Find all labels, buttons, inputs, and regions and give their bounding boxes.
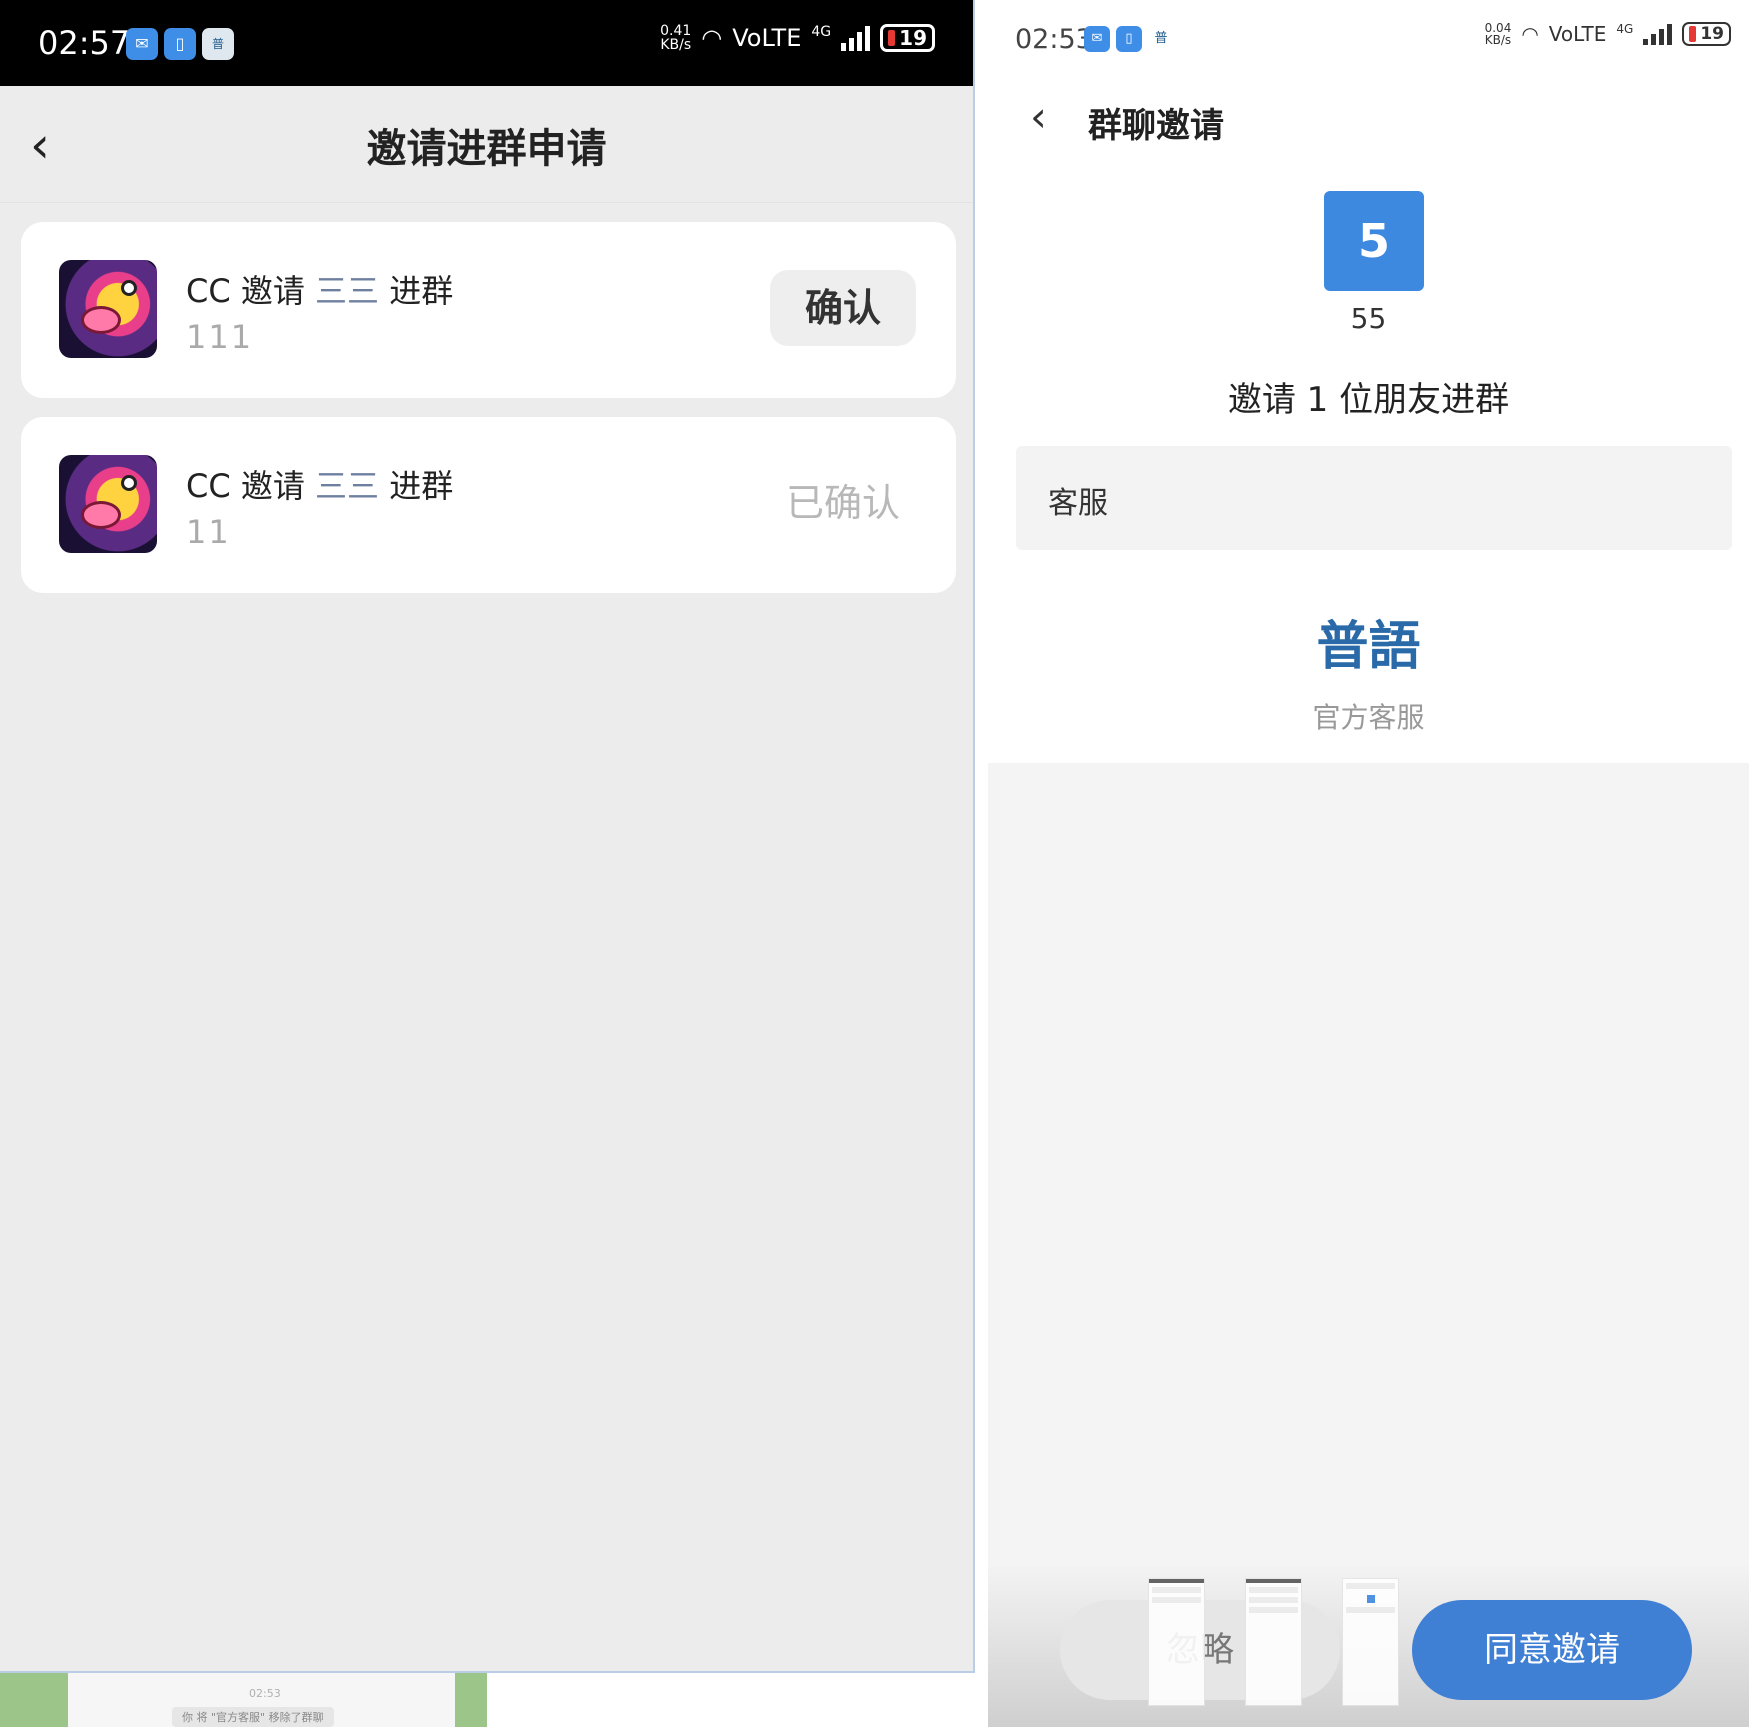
request-card: CC 邀请 三三 进群 111 确认 bbox=[21, 222, 956, 398]
request-card: CC 邀请 三三 进群 11 已确认 bbox=[21, 417, 956, 593]
chat-strip: 02:53 你 将 "官方客服" 移除了群聊 bbox=[0, 1673, 487, 1727]
status-indicators: 0.04 KB/s ◠ VoLTE 4G 19 bbox=[1485, 22, 1731, 46]
back-icon[interactable]: ‹ bbox=[1030, 92, 1047, 141]
status-bar: 02:53 ✉ ▯ 普 0.04 KB/s ◠ VoLTE 4G 19 bbox=[988, 0, 1749, 78]
status-bar: 02:57 ✉ ▯ 普 0.41 KB/s ◠ VoLTE 4G 19 bbox=[0, 0, 973, 86]
brand-subtitle: 官方客服 bbox=[1312, 701, 1425, 734]
chat-timestamp: 02:53 bbox=[249, 1687, 281, 1700]
member-name: 客服 bbox=[1048, 486, 1108, 521]
battery-icon: 19 bbox=[1682, 22, 1731, 46]
wifi-icon: ◠ bbox=[1521, 22, 1539, 46]
screenshot-thumbnails bbox=[1148, 1578, 1399, 1706]
request-message: 11 bbox=[186, 513, 231, 551]
wallpaper-leaf bbox=[0, 1673, 68, 1727]
network-label: VoLTE bbox=[732, 24, 802, 52]
battery-icon: 19 bbox=[880, 24, 935, 52]
request-title: CC 邀请 三三 进群 bbox=[186, 467, 454, 505]
status-time: 02:53 bbox=[1015, 24, 1093, 55]
signal-icon bbox=[841, 25, 871, 51]
invite-panel: 02:53 ✉ ▯ 普 0.04 KB/s ◠ VoLTE 4G 19 ‹ 群聊… bbox=[988, 0, 1749, 763]
group-avatar: 5 bbox=[1324, 191, 1424, 291]
phone-app-icon: ▯ bbox=[1116, 26, 1142, 52]
wifi-icon: ◠ bbox=[701, 24, 723, 52]
invite-description: 邀请 1 位朋友进群 bbox=[1227, 380, 1510, 420]
notification-icons: ✉ ▯ 普 bbox=[1084, 26, 1174, 52]
thumbnail[interactable] bbox=[1342, 1578, 1399, 1706]
system-message: 你 将 "官方客服" 移除了群聊 bbox=[172, 1707, 334, 1727]
right-screen: 02:53 ✉ ▯ 普 0.04 KB/s ◠ VoLTE 4G 19 ‹ 群聊… bbox=[988, 0, 1749, 1727]
avatar[interactable] bbox=[59, 455, 157, 553]
brand-app-icon: 普 bbox=[1154, 31, 1168, 46]
group-name: 55 bbox=[1350, 302, 1387, 335]
nav-bar: ‹ 邀请进群申请 bbox=[0, 86, 973, 203]
chat-app-icon: ✉ bbox=[1084, 26, 1110, 52]
brand-app-icon: 普 bbox=[202, 28, 234, 60]
page-title: 群聊邀请 bbox=[1088, 106, 1224, 146]
network-label: VoLTE bbox=[1548, 22, 1607, 46]
confirm-button[interactable]: 确认 bbox=[770, 270, 916, 346]
signal-label: 4G bbox=[1616, 22, 1634, 36]
chat-app-icon: ✉ bbox=[126, 28, 158, 60]
wallpaper-leaf bbox=[455, 1673, 487, 1727]
accept-invite-button[interactable]: 同意邀请 bbox=[1412, 1600, 1692, 1700]
brand-logo: 普語 bbox=[1316, 616, 1421, 677]
status-indicators: 0.41 KB/s ◠ VoLTE 4G 19 bbox=[660, 24, 935, 52]
phone-app-icon: ▯ bbox=[164, 28, 196, 60]
notification-icons: ✉ ▯ 普 bbox=[126, 28, 234, 60]
left-screen: 02:57 ✉ ▯ 普 0.41 KB/s ◠ VoLTE 4G 19 ‹ 邀请… bbox=[0, 0, 975, 1673]
status-time: 02:57 bbox=[38, 24, 131, 62]
request-title: CC 邀请 三三 进群 bbox=[186, 272, 454, 310]
thumbnail[interactable] bbox=[1148, 1578, 1205, 1706]
action-bar: 忽略 同意邀请 bbox=[988, 1566, 1749, 1727]
net-speed: 0.04 KB/s bbox=[1484, 21, 1512, 47]
net-speed: 0.41 KB/s bbox=[660, 23, 692, 53]
request-message: 111 bbox=[186, 318, 254, 356]
avatar[interactable] bbox=[59, 260, 157, 358]
page-title: 邀请进群申请 bbox=[366, 126, 607, 172]
signal-label: 4G bbox=[811, 24, 832, 40]
invited-member-row[interactable]: 客服 bbox=[1016, 446, 1732, 550]
signal-icon bbox=[1643, 23, 1673, 45]
thumbnail[interactable] bbox=[1245, 1578, 1302, 1706]
confirmed-status: 已确认 bbox=[785, 481, 900, 525]
